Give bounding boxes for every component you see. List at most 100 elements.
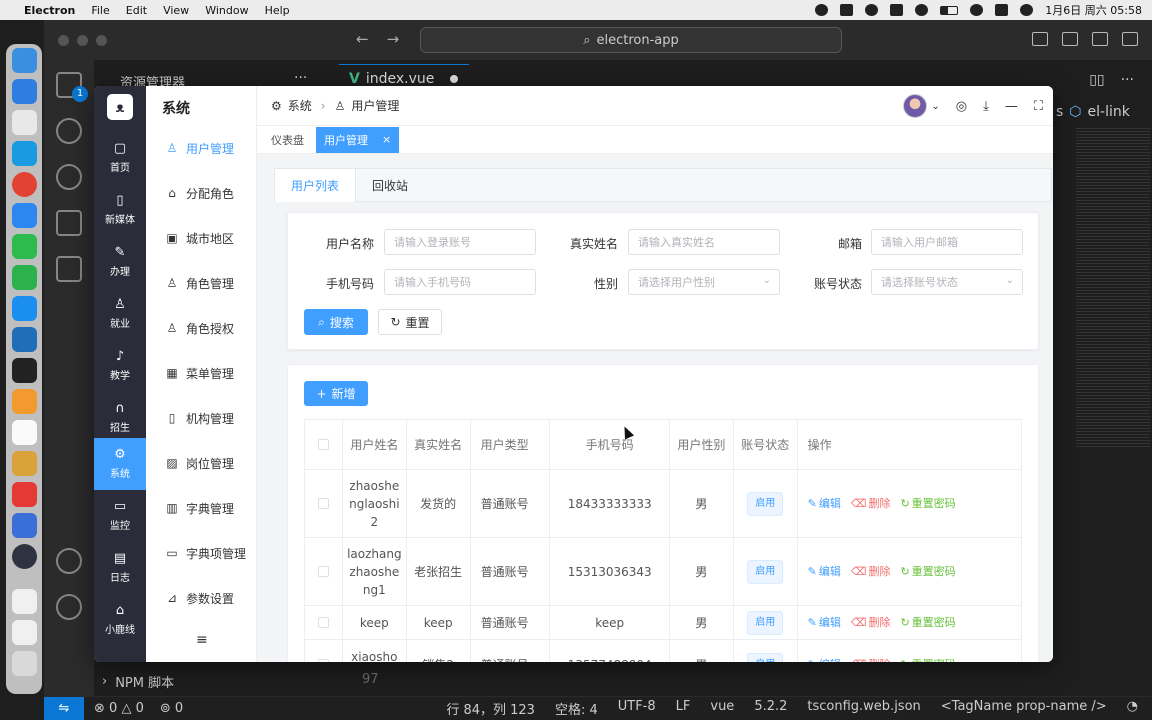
edit-link[interactable]: ✎编辑 — [808, 614, 841, 632]
rail-item-log[interactable]: ▤ 日志 — [94, 542, 146, 594]
reset-password-link[interactable]: ↻重置密码 — [900, 614, 955, 632]
minimize-window-icon[interactable] — [77, 34, 88, 46]
download-icon[interactable]: ⤓ — [983, 99, 989, 114]
delete-link[interactable]: ⌫删除 — [851, 614, 891, 632]
collapse-menu-icon[interactable]: ≡ — [196, 632, 208, 648]
account-icon[interactable] — [56, 548, 82, 574]
realname-input[interactable]: 请输入真实姓名 — [628, 229, 780, 255]
document-thumbnail-icon-2[interactable] — [11, 620, 37, 645]
add-user-button[interactable]: + 新增 — [304, 381, 368, 406]
rail-item-admissions[interactable]: ∩ 招生 — [94, 392, 146, 444]
message-icon[interactable]: ◎ — [956, 99, 967, 114]
network-icon[interactable] — [865, 4, 879, 16]
more-actions-icon[interactable]: ··· — [294, 70, 307, 86]
submenu-item-dict-management[interactable]: ▥ 字典管理 — [146, 488, 257, 528]
rail-item-new-media[interactable]: ▯ 新媒体 — [94, 184, 146, 236]
search-icon[interactable] — [970, 4, 984, 16]
tag-dashboard[interactable]: 仪表盘 — [263, 127, 312, 153]
submenu-item-org-management[interactable]: ▯ 机构管理 — [146, 398, 257, 438]
typora-icon[interactable] — [11, 420, 37, 445]
select-all-checkbox[interactable] — [317, 439, 329, 450]
finder-icon[interactable] — [11, 48, 37, 73]
table-row[interactable]: laozhangzhaosheng1 老张招生 普通账号 15313036343… — [305, 538, 1021, 606]
tab-recycle-bin[interactable]: 回收站 — [356, 169, 424, 202]
row-checkbox[interactable] — [317, 498, 329, 509]
rail-item-home[interactable]: ▢ 首页 — [94, 132, 146, 184]
menu-help[interactable]: Help — [265, 4, 290, 17]
toggle-panel-icon[interactable] — [1062, 32, 1078, 46]
chevron-down-icon[interactable]: ⌄ — [931, 101, 939, 112]
delete-link[interactable]: ⌫删除 — [851, 495, 891, 513]
chrome-canary-icon[interactable] — [11, 141, 37, 166]
indent-setting[interactable]: 空格: 4 — [555, 699, 598, 718]
header-realname[interactable]: 真实姓名 — [407, 420, 471, 469]
table-row[interactable]: zhaoshenglaoshi2 发货的 普通账号 18433333333 男 … — [305, 470, 1021, 538]
header-account-status[interactable]: 账号状态 — [734, 420, 798, 469]
tagname-format[interactable]: <TagName prop-name /> — [941, 699, 1107, 718]
reset-button[interactable]: ↻ 重置 — [378, 309, 442, 335]
row-checkbox[interactable] — [317, 566, 329, 577]
submenu-item-user-management[interactable]: ♙ 用户管理 — [146, 128, 257, 168]
avatar[interactable] — [903, 94, 928, 118]
rail-item-monitor[interactable]: ▭ 监控 — [94, 490, 146, 542]
submenu-item-params[interactable]: ⊿ 参数设置 — [146, 578, 257, 618]
reset-password-link[interactable]: ↻重置密码 — [900, 495, 955, 513]
chrome-icon[interactable] — [11, 172, 37, 197]
row-checkbox[interactable] — [317, 659, 329, 662]
menu-file[interactable]: File — [91, 4, 109, 17]
file-encoding[interactable]: UTF-8 — [618, 699, 656, 718]
wps-icon[interactable] — [11, 482, 37, 507]
explorer-icon[interactable]: 1 — [56, 72, 88, 102]
remote-icon[interactable]: ⇋ — [44, 696, 84, 720]
submenu-item-city-region[interactable]: ▣ 城市地区 — [146, 218, 257, 258]
menu-window[interactable]: Window — [205, 4, 248, 17]
notifications-bell-icon[interactable]: ◔ — [1127, 699, 1138, 718]
header-phone[interactable]: 手机号码 — [550, 420, 671, 469]
record-icon[interactable] — [815, 4, 829, 16]
vscode-icon[interactable] — [11, 327, 37, 352]
extensions-icon[interactable] — [56, 256, 82, 282]
tab-user-list[interactable]: 用户列表 — [275, 169, 357, 202]
customize-layout-icon[interactable] — [1122, 32, 1138, 46]
editor-more-icon[interactable]: ··· — [1121, 72, 1134, 88]
header-username[interactable]: 用户姓名 — [343, 420, 407, 469]
manage-gear-icon[interactable] — [56, 594, 82, 620]
zoom-window-icon[interactable] — [96, 34, 107, 46]
account-status-select[interactable]: 请选择账号状态 ⌄ — [871, 269, 1023, 295]
preview-icon[interactable] — [11, 451, 37, 476]
run-debug-icon[interactable] — [56, 210, 82, 236]
npm-scripts-panel[interactable]: › NPM 脚本 — [102, 672, 174, 691]
menubar-app-name[interactable]: Electron — [24, 4, 75, 17]
keyboard-a-icon[interactable] — [890, 4, 904, 16]
sublime-icon[interactable] — [11, 389, 37, 414]
row-checkbox[interactable] — [317, 617, 329, 628]
ports-indicator[interactable]: ⊚ 0 — [160, 701, 183, 716]
submenu-item-post-management[interactable]: ▨ 岗位管理 — [146, 443, 257, 483]
wechat-icon[interactable] — [11, 265, 37, 290]
search-button[interactable]: ⌕ 搜索 — [304, 309, 368, 335]
launchpad-icon[interactable] — [11, 110, 37, 135]
terminal-icon[interactable] — [11, 358, 37, 383]
gender-select[interactable]: 请选择用户性别 ⌄ — [628, 269, 780, 295]
menubar-datetime[interactable]: 1月6日 周六 05:58 — [1045, 2, 1142, 18]
submenu-item-menu-management[interactable]: ▦ 菜单管理 — [146, 353, 257, 393]
menu-edit[interactable]: Edit — [126, 4, 147, 17]
minimize-icon[interactable]: — — [1005, 99, 1018, 114]
fullscreen-icon[interactable]: ⛶ — [1034, 99, 1043, 114]
ts-version[interactable]: 5.2.2 — [754, 699, 787, 718]
vscode-command-center[interactable]: ⌕ electron-app — [420, 27, 842, 53]
problems-indicator[interactable]: ⊗ 0 △ 0 — [94, 701, 144, 716]
close-window-icon[interactable] — [58, 34, 69, 46]
vectorize-icon[interactable] — [840, 4, 854, 16]
rail-item-system[interactable]: ⚙ 系统 — [94, 438, 146, 490]
rail-item-teaching[interactable]: ♪ 教学 — [94, 340, 146, 392]
safari-icon[interactable] — [11, 79, 37, 104]
close-icon[interactable]: × — [382, 133, 391, 146]
unsaved-dot-icon[interactable] — [450, 74, 459, 83]
hbuilder-icon[interactable] — [11, 234, 37, 259]
breadcrumb-root[interactable]: 系统 — [288, 97, 312, 114]
toggle-secondary-sidebar-icon[interactable] — [1092, 32, 1108, 46]
search-activity-icon[interactable] — [56, 118, 82, 144]
delete-link[interactable]: ⌫删除 — [851, 656, 891, 663]
username-input[interactable]: 请输入登录账号 — [384, 229, 536, 255]
